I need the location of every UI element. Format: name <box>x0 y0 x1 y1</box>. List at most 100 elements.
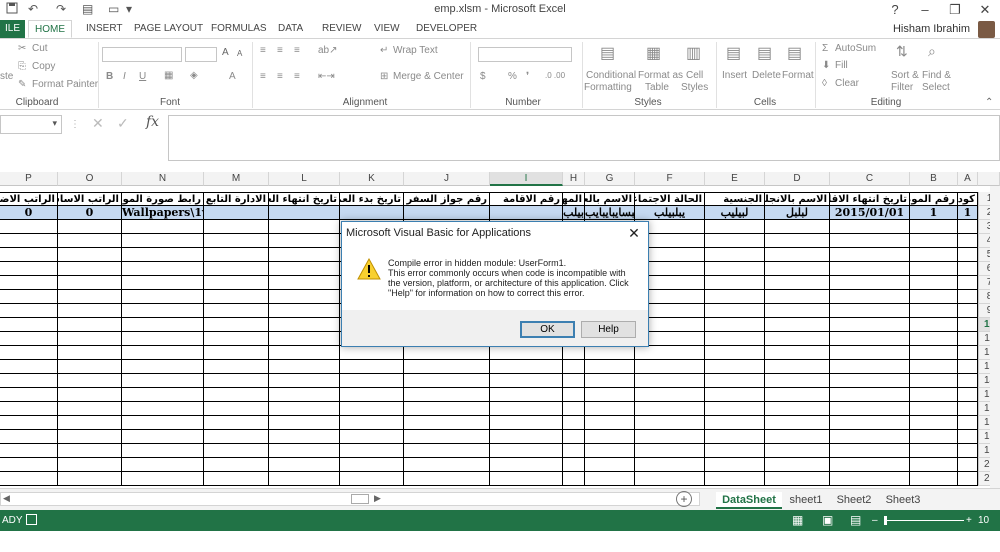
page-layout-view-icon[interactable]: ▣ <box>822 510 833 531</box>
empty-cell[interactable] <box>705 360 765 374</box>
empty-cell[interactable] <box>705 332 765 346</box>
empty-cell[interactable] <box>204 318 269 332</box>
empty-cell[interactable] <box>705 248 765 262</box>
empty-cell[interactable] <box>705 290 765 304</box>
name-box-dropdown-icon[interactable]: ▾ <box>52 118 57 129</box>
data-cell-i[interactable] <box>490 206 563 220</box>
empty-cell[interactable] <box>0 360 58 374</box>
grow-font-button[interactable]: A <box>222 47 229 58</box>
header-cell-j[interactable]: رقم جواز السفر <box>404 192 490 206</box>
copy-button[interactable]: Copy <box>32 61 55 72</box>
empty-cell[interactable] <box>765 444 830 458</box>
scroll-thumb[interactable] <box>351 494 369 504</box>
header-cell-n[interactable]: رابط صورة الموظف <box>122 192 204 206</box>
empty-cell[interactable] <box>269 388 340 402</box>
empty-cell[interactable] <box>122 304 204 318</box>
empty-cell[interactable] <box>204 360 269 374</box>
zoom-out-button[interactable]: – <box>872 510 878 531</box>
sheet-tab-sheet2[interactable]: Sheet2 <box>833 492 875 509</box>
clear-button[interactable]: Clear <box>835 78 859 89</box>
empty-cell[interactable] <box>58 290 122 304</box>
empty-cell[interactable] <box>958 388 978 402</box>
empty-cell[interactable] <box>830 374 910 388</box>
empty-cell[interactable] <box>0 430 58 444</box>
empty-cell[interactable] <box>585 360 635 374</box>
empty-cell[interactable] <box>910 332 958 346</box>
empty-cell[interactable] <box>765 304 830 318</box>
cell-styles-button[interactable]: Cell <box>686 70 703 81</box>
empty-cell[interactable] <box>58 444 122 458</box>
empty-cell[interactable] <box>404 374 490 388</box>
empty-cell[interactable] <box>958 346 978 360</box>
select-all-corner[interactable] <box>978 172 1000 186</box>
empty-cell[interactable] <box>58 388 122 402</box>
empty-cell[interactable] <box>830 332 910 346</box>
align-right-icon[interactable]: ≡ <box>294 71 300 82</box>
empty-cell[interactable] <box>563 346 585 360</box>
empty-cell[interactable] <box>58 430 122 444</box>
header-cell-a[interactable]: كود <box>958 192 978 206</box>
empty-cell[interactable] <box>269 444 340 458</box>
align-middle-icon[interactable]: ≡ <box>277 45 283 56</box>
data-cell-k[interactable] <box>340 206 404 220</box>
empty-cell[interactable] <box>404 458 490 472</box>
empty-cell[interactable] <box>830 234 910 248</box>
empty-cell[interactable] <box>635 346 705 360</box>
empty-cell[interactable] <box>563 444 585 458</box>
empty-cell[interactable] <box>269 374 340 388</box>
close-button[interactable]: ✕ <box>970 0 1000 20</box>
column-header-h[interactable]: H <box>563 172 585 186</box>
empty-cell[interactable] <box>122 388 204 402</box>
column-header-e[interactable]: E <box>705 172 765 186</box>
empty-cell[interactable] <box>340 346 404 360</box>
zoom-in-button[interactable]: + <box>966 510 972 531</box>
header-cell-g[interactable]: الاسم بالعربية <box>585 192 635 206</box>
font-size-select[interactable] <box>185 47 217 62</box>
header-cell-o[interactable]: الراتب الاساسى <box>58 192 122 206</box>
empty-cell[interactable] <box>490 402 563 416</box>
empty-cell[interactable] <box>122 290 204 304</box>
data-cell-m[interactable] <box>204 206 269 220</box>
empty-cell[interactable] <box>585 444 635 458</box>
empty-cell[interactable] <box>490 360 563 374</box>
empty-cell[interactable] <box>58 374 122 388</box>
align-center-icon[interactable]: ≡ <box>277 71 283 82</box>
empty-cell[interactable] <box>0 248 58 262</box>
normal-view-icon[interactable]: ▦ <box>792 510 803 531</box>
empty-cell[interactable] <box>490 388 563 402</box>
empty-cell[interactable] <box>765 458 830 472</box>
empty-cell[interactable] <box>269 220 340 234</box>
empty-cell[interactable] <box>830 248 910 262</box>
empty-cell[interactable] <box>705 430 765 444</box>
empty-cell[interactable] <box>122 318 204 332</box>
indent-icon[interactable]: ⇤⇥ <box>318 71 335 82</box>
empty-cell[interactable] <box>204 402 269 416</box>
fill-button[interactable]: Fill <box>835 60 848 71</box>
empty-cell[interactable] <box>635 444 705 458</box>
dialog-close-button[interactable]: ✕ <box>620 222 648 244</box>
conditional-formatting-button[interactable]: Conditional <box>586 70 636 81</box>
empty-cell[interactable] <box>404 444 490 458</box>
empty-cell[interactable] <box>958 444 978 458</box>
empty-cell[interactable] <box>122 444 204 458</box>
data-cell-a[interactable]: 1 <box>958 206 978 220</box>
empty-cell[interactable] <box>58 248 122 262</box>
empty-cell[interactable] <box>0 346 58 360</box>
currency-icon[interactable]: $ <box>480 71 486 82</box>
empty-cell[interactable] <box>705 304 765 318</box>
empty-cell[interactable] <box>910 290 958 304</box>
align-top-icon[interactable]: ≡ <box>260 45 266 56</box>
empty-cell[interactable] <box>340 416 404 430</box>
empty-cell[interactable] <box>58 318 122 332</box>
header-cell-i[interactable]: رقم الاقامة <box>490 192 563 206</box>
data-cell-g[interactable]: يبسايبايبايب <box>585 206 635 220</box>
sort-filter-button[interactable]: Sort & <box>891 70 919 81</box>
empty-cell[interactable] <box>404 416 490 430</box>
empty-cell[interactable] <box>765 318 830 332</box>
insert-function-button[interactable]: fx <box>146 114 159 130</box>
empty-cell[interactable] <box>122 346 204 360</box>
page-break-view-icon[interactable]: ▤ <box>850 510 861 531</box>
tab-data[interactable]: DATA <box>272 20 309 38</box>
empty-cell[interactable] <box>204 444 269 458</box>
empty-cell[interactable] <box>122 234 204 248</box>
